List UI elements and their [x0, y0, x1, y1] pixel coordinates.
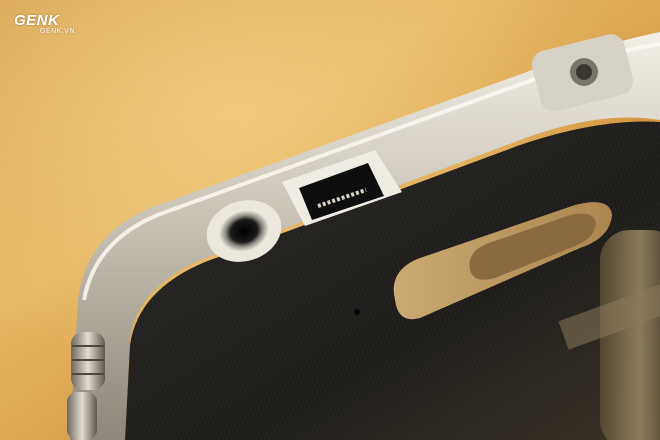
watermark-site: GENK.VN: [40, 28, 76, 35]
photo-scene: GENK GENK.VN: [0, 0, 660, 440]
watermark-logo: GENK: [14, 12, 60, 29]
genk-watermark: GENK GENK.VN: [14, 13, 75, 36]
side-knob-lower: [67, 392, 97, 440]
mount-screw-hole: [576, 64, 592, 80]
camera-photo: [0, 0, 660, 440]
lens-barrel: [600, 230, 660, 440]
microphone-hole: [354, 309, 360, 315]
